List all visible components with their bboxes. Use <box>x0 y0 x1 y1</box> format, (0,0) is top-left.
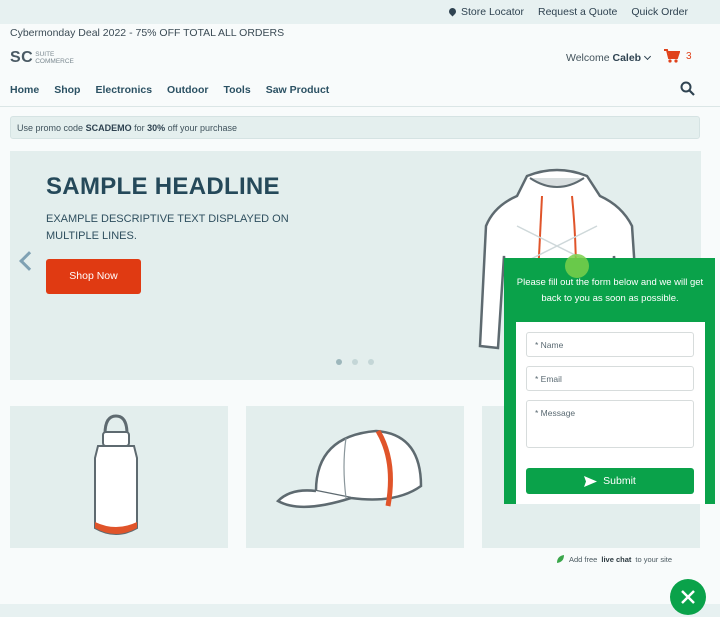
user-name: Caleb <box>612 52 642 64</box>
nav-item-home[interactable]: Home <box>10 84 39 96</box>
logo-subtext: SUITE COMMERCE <box>35 51 74 65</box>
chat-powered-by[interactable]: Add free live chat to your site <box>556 554 672 564</box>
footer-strip <box>0 604 720 617</box>
carousel-dot-1[interactable] <box>336 359 342 365</box>
promo-code: SCADEMO <box>85 123 132 133</box>
nav-item-electronics[interactable]: Electronics <box>95 84 152 96</box>
leaf-icon <box>557 555 564 563</box>
store-locator-link[interactable]: Store Locator <box>447 6 524 18</box>
hero-headline: SAMPLE HEADLINE <box>46 173 280 200</box>
deal-banner-text: Cybermonday Deal 2022 - 75% OFF TOTAL AL… <box>10 27 285 39</box>
welcome-user-menu[interactable]: Welcome Caleb <box>566 52 652 64</box>
baseball-cap-image <box>275 429 423 509</box>
carousel-dot-2[interactable] <box>352 359 358 365</box>
carousel-prev-icon[interactable] <box>19 251 39 271</box>
promo-code-banner: Use promo code SCADEMO for 30% off your … <box>10 116 700 139</box>
promo-percent: 30% <box>147 123 166 133</box>
cart-button[interactable]: 3 <box>664 49 692 63</box>
nav-item-tools[interactable]: Tools <box>223 84 250 96</box>
chevron-down-icon <box>644 52 652 61</box>
search-icon[interactable] <box>680 81 695 96</box>
request-quote-link[interactable]: Request a Quote <box>538 6 617 18</box>
chat-message-field[interactable]: * Message <box>526 400 694 448</box>
product-card-cap[interactable] <box>246 406 464 548</box>
site-logo[interactable]: SC SUITE COMMERCE <box>10 49 74 67</box>
chat-widget: Please fill out the form below and we wi… <box>504 258 715 504</box>
carousel-dot-3[interactable] <box>368 359 374 365</box>
water-bottle-image <box>94 414 138 535</box>
logo-mark: SC <box>10 49 34 66</box>
chat-message: Please fill out the form below and we wi… <box>516 277 704 304</box>
nav-item-shop[interactable]: Shop <box>54 84 80 96</box>
chat-name-field[interactable]: * Name <box>526 332 694 357</box>
hero-description: EXAMPLE DESCRIPTIVE TEXT DISPLAYED ON MU… <box>46 213 289 242</box>
cart-icon <box>664 49 680 63</box>
chat-submit-button[interactable]: Submit <box>526 468 694 494</box>
shop-now-button[interactable]: Shop Now <box>46 259 141 294</box>
main-nav: Home Shop Electronics Outdoor Tools Saw … <box>10 84 329 96</box>
product-card-bottle[interactable] <box>10 406 228 548</box>
page: Store Locator Request a Quote Quick Orde… <box>0 0 720 617</box>
cursor-highlight <box>565 254 589 278</box>
cart-count: 3 <box>686 50 692 62</box>
close-icon <box>681 590 695 604</box>
nav-divider <box>0 106 720 107</box>
quick-order-link[interactable]: Quick Order <box>631 6 688 18</box>
top-links: Store Locator Request a Quote Quick Orde… <box>447 6 688 18</box>
carousel-dots <box>336 359 374 365</box>
chat-close-button[interactable] <box>670 579 706 615</box>
nav-item-outdoor[interactable]: Outdoor <box>167 84 208 96</box>
map-pin-icon <box>447 6 458 16</box>
chat-form: * Name * Email * Message Submit <box>516 322 705 504</box>
chat-email-field[interactable]: * Email <box>526 366 694 391</box>
nav-item-saw-product[interactable]: Saw Product <box>266 84 330 96</box>
top-utility-bar: Store Locator Request a Quote Quick Orde… <box>0 0 720 24</box>
send-icon <box>584 475 598 487</box>
